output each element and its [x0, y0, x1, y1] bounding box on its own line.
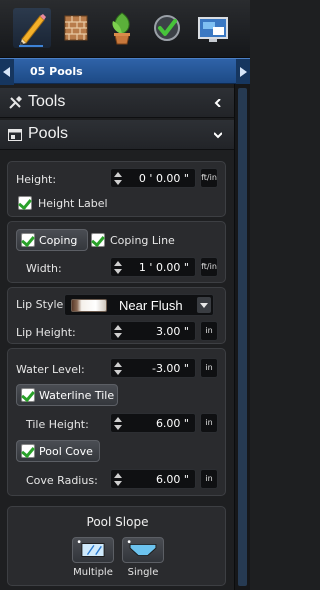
width-unit-button[interactable]: ft/in — [200, 257, 218, 277]
spinner-arrows-icon[interactable] — [114, 472, 122, 488]
coping-line-checkbox[interactable] — [91, 233, 105, 247]
pool-slope-title: Pool Slope — [86, 515, 149, 529]
single-slope-button[interactable] — [122, 537, 164, 563]
previous-arrow-icon[interactable] — [0, 59, 14, 85]
coping-button-label: Coping — [39, 234, 78, 247]
width-input[interactable]: 1 ' 0.00 " — [110, 257, 196, 277]
tile-height-label: Tile Height: — [26, 418, 89, 431]
coping-panel: Coping Coping Line Width: 1 ' 0.00 " ft/… — [7, 221, 226, 283]
tools-icon — [9, 96, 22, 109]
cove-radius-label: Cove Radius: — [26, 474, 98, 487]
height-input[interactable]: 0 ' 0.00 " — [110, 168, 196, 188]
plant-icon[interactable] — [103, 8, 141, 48]
pool-cove-label: Pool Cove — [39, 445, 93, 458]
lip-height-input[interactable]: 3.00 " — [110, 321, 196, 341]
spinner-arrows-icon[interactable] — [114, 171, 122, 187]
next-arrow-icon[interactable] — [236, 59, 250, 85]
height-label-checkbox-label: Height Label — [38, 197, 108, 210]
chevron-down-icon[interactable] — [214, 131, 222, 139]
water-panel: Water Level: -3.00 " in Waterline Tile T… — [7, 348, 226, 496]
lip-height-label: Lip Height: — [16, 326, 76, 339]
water-level-value: -3.00 " — [151, 362, 189, 375]
monitor-icon[interactable] — [194, 8, 232, 48]
waterline-tile-label: Waterline Tile — [39, 389, 115, 402]
width-label: Width: — [26, 262, 62, 275]
water-level-unit-button[interactable]: in — [200, 358, 218, 378]
coping-line-label: Coping Line — [110, 234, 175, 247]
tools-section-title: Tools — [28, 93, 66, 110]
tools-section-header[interactable]: Tools — [0, 88, 234, 118]
spinner-arrows-icon[interactable] — [114, 324, 122, 340]
brick-wall-icon[interactable] — [57, 8, 95, 48]
height-panel: Height: 0 ' 0.00 " ft/in Height Label — [7, 161, 226, 217]
lip-height-unit-button[interactable]: in — [200, 321, 218, 341]
waterline-tile-button[interactable]: Waterline Tile — [16, 384, 118, 406]
height-value: 0 ' 0.00 " — [138, 172, 189, 185]
pools-section-title: Pools — [28, 125, 69, 142]
breadcrumb: 05 Pools — [0, 58, 250, 85]
scrollbar-thumb[interactable] — [238, 88, 247, 586]
lip-panel: Lip Style: Near Flush Lip Height: 3.00 "… — [7, 287, 226, 344]
multiple-slope-icon — [77, 540, 105, 557]
top-toolbar — [0, 0, 250, 58]
coping-checkbox[interactable] — [21, 233, 35, 247]
vertical-scrollbar[interactable] — [234, 84, 250, 590]
lip-style-select[interactable]: Near Flush — [64, 294, 214, 316]
lip-style-label: Lip Style: — [16, 298, 67, 311]
lip-style-value: Near Flush — [119, 298, 183, 313]
multiple-slope-button[interactable] — [72, 537, 114, 563]
pencil-icon[interactable] — [13, 8, 51, 48]
spinner-arrows-icon[interactable] — [114, 361, 122, 377]
pool-cove-checkbox[interactable] — [21, 444, 35, 458]
tile-height-input[interactable]: 6.00 " — [110, 413, 196, 433]
single-slope-icon — [127, 540, 157, 556]
lip-height-value: 3.00 " — [155, 325, 189, 338]
pool-slope-panel: Pool Slope Multiple Single — [7, 506, 226, 586]
waterline-tile-checkbox[interactable] — [21, 388, 35, 402]
cove-radius-unit-button[interactable]: in — [200, 469, 218, 489]
coping-button[interactable]: Coping — [16, 229, 88, 251]
width-value: 1 ' 0.00 " — [138, 261, 189, 274]
tile-height-value: 6.00 " — [155, 417, 189, 430]
pools-section-header[interactable]: Pools — [0, 120, 234, 150]
spinner-arrows-icon[interactable] — [114, 416, 122, 432]
chevron-left-icon[interactable] — [214, 99, 222, 107]
cove-radius-value: 6.00 " — [155, 473, 189, 486]
water-level-label: Water Level: — [16, 363, 85, 376]
water-level-input[interactable]: -3.00 " — [110, 358, 196, 378]
pool-cove-button[interactable]: Pool Cove — [16, 440, 100, 462]
lip-style-swatch — [71, 299, 107, 312]
spinner-arrows-icon[interactable] — [114, 260, 122, 276]
height-unit-button[interactable]: ft/in — [200, 168, 218, 188]
chevron-down-icon[interactable] — [197, 297, 211, 313]
height-label-checkbox[interactable] — [18, 196, 32, 210]
breadcrumb-label: 05 Pools — [30, 65, 83, 78]
checkmark-icon[interactable] — [148, 8, 186, 48]
single-label: Single — [127, 567, 159, 578]
cove-radius-input[interactable]: 6.00 " — [110, 469, 196, 489]
tile-height-unit-button[interactable]: in — [200, 413, 218, 433]
window-panel-icon — [8, 129, 22, 141]
height-label: Height: — [16, 173, 57, 186]
